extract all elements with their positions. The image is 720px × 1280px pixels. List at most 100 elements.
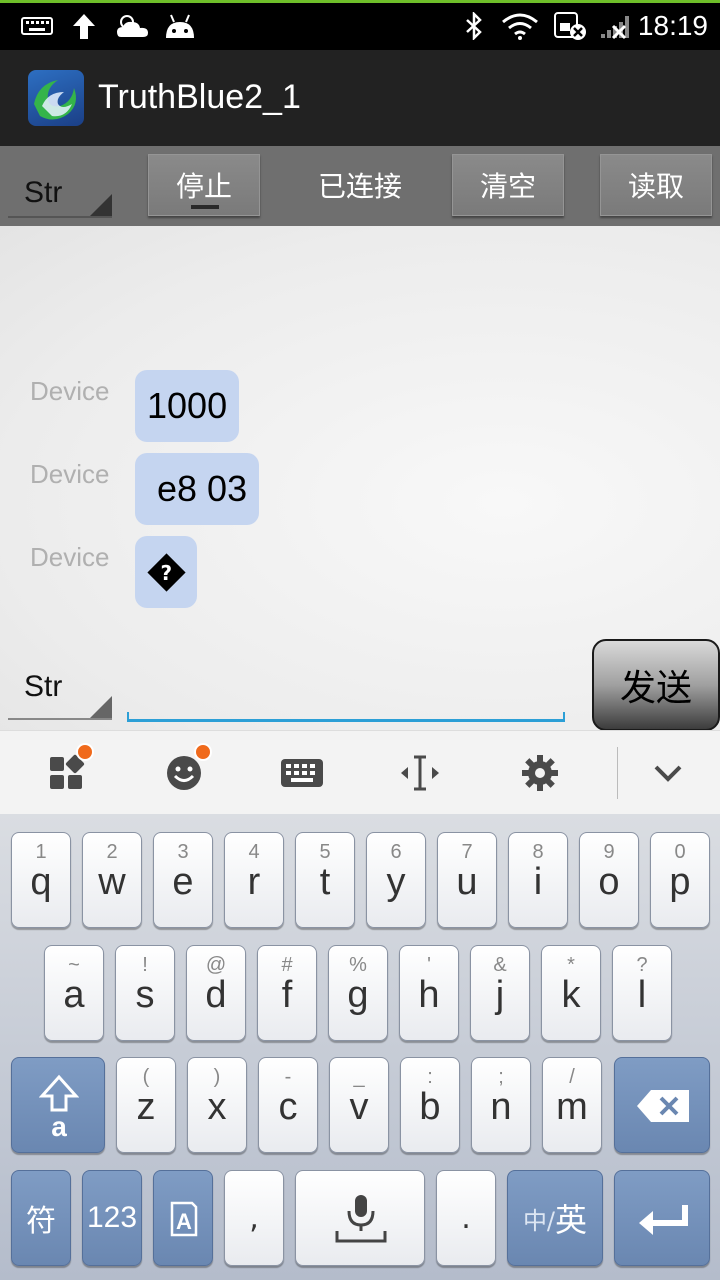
clear-button-label: 清空 [479,170,536,203]
message-input[interactable] [127,712,565,722]
key-w[interactable]: 2w [82,832,142,928]
send-button[interactable]: 发送 [592,639,720,731]
cursor-move-icon[interactable] [394,747,446,799]
settings-gear-icon[interactable] [514,747,566,799]
key-primary: z [136,1086,156,1128]
notification-dot [76,743,94,761]
key-primary: c [278,1086,298,1128]
unknown-char-icon: ? [146,552,186,592]
key-z[interactable]: (z [116,1057,176,1153]
sim-error-icon [552,12,588,40]
key-u[interactable]: 7u [437,832,497,928]
key-c[interactable]: -c [258,1057,318,1153]
android-debug-icon [162,12,198,40]
key-m[interactable]: / m [542,1057,602,1153]
key-o[interactable]: 9o [579,832,639,928]
key-primary: n [490,1086,512,1128]
message-sender: Device [30,459,110,489]
key-a[interactable]: ~ a [44,945,104,1041]
stop-button[interactable]: 停止 [148,154,260,216]
bluetooth-icon [462,12,486,40]
notification-dot [194,743,212,761]
message-sender: Device [30,542,110,572]
key-primary: s [135,974,155,1016]
action-bar: TruthBlue2_1 [0,50,720,146]
soft-keyboard: 1q 2w 3e 4r 5t 6y 7u 8i 9o 0p ~ a ! s @ d #… [0,814,720,1280]
symbols-key-label: 符 [26,1204,56,1239]
comma-key[interactable]: , [224,1170,284,1266]
chevron-down-icon[interactable] [642,747,694,799]
key-primary: x [207,1086,227,1128]
key-primary: h [418,974,440,1016]
dropdown-corner-icon [90,194,112,216]
keyboard-switch-icon[interactable] [276,747,328,799]
key-primary: q [30,861,52,903]
dropdown-corner-icon [90,696,112,718]
key-primary: l [637,974,647,1016]
key-i[interactable]: 8i [508,832,568,928]
read-button[interactable]: 读取 [600,154,712,216]
language-toggle-key[interactable]: 中/英 [507,1170,603,1266]
key-primary: p [669,861,691,903]
key-primary: o [598,861,620,903]
upload-arrow-icon [70,12,98,40]
clear-button[interactable]: 清空 [452,154,564,216]
keyboard-notification-icon [20,12,54,40]
stop-button-label: 停止 [175,170,232,203]
key-j[interactable]: & j [470,945,530,1041]
send-format-spinner-value: Str [24,670,63,703]
key-primary: u [456,861,478,903]
toolbar: Str 停止 已连接 清空 读取 [0,146,720,226]
key-primary: e [172,861,194,903]
key-h[interactable]: ' h [399,945,459,1041]
weather-cloud-icon [115,12,151,40]
symbols-key[interactable]: 符 [11,1170,71,1266]
key-s[interactable]: ! s [115,945,175,1041]
send-format-spinner[interactable]: Str [8,648,112,720]
message-area: Device 1000 Device e8 03 Device ? Str 发送… [0,226,720,759]
key-r[interactable]: 4r [224,832,284,928]
key-primary: t [319,861,331,903]
ime-menu-grid-icon[interactable] [40,743,94,799]
message-bubble: e8 03 [135,453,260,525]
key-primary: f [281,974,293,1016]
enter-key[interactable] [614,1170,710,1266]
key-l[interactable]: ? l [612,945,672,1041]
input-method-key[interactable]: A [153,1170,213,1266]
shift-letter: a [51,1111,67,1140]
format-spinner-value: Str [24,176,63,209]
key-t[interactable]: 5t [295,832,355,928]
emoji-icon[interactable] [158,743,212,799]
key-x[interactable]: ) x [187,1057,247,1153]
status-bar-accent-line [0,0,720,3]
backspace-key[interactable] [614,1057,710,1153]
key-b[interactable]: :b [400,1057,460,1153]
language-toggle-label: 中/英 [508,1171,602,1265]
key-d[interactable]: @ d [186,945,246,1041]
stop-indicator [191,205,219,209]
numbers-key[interactable]: 123 [82,1170,142,1266]
key-p[interactable]: 0p [650,832,710,928]
key-q[interactable]: 1q [11,832,71,928]
key-primary: g [347,974,369,1016]
comma-key-label: , [249,1200,259,1236]
period-key-label: . [461,1200,471,1236]
key-n[interactable]: ; n [471,1057,531,1153]
key-v[interactable]: _ v [329,1057,389,1153]
enter-icon [639,1205,688,1235]
key-primary: v [349,1086,369,1128]
key-k[interactable]: * k [541,945,601,1041]
key-primary: j [495,974,505,1016]
key-primary: m [556,1086,588,1128]
key-y[interactable]: 6y [366,832,426,928]
shift-key[interactable]: a [11,1057,105,1153]
key-g[interactable]: % g [328,945,388,1041]
format-spinner[interactable]: Str [8,154,112,218]
key-f[interactable]: # f [257,945,317,1041]
key-e[interactable]: 3e [153,832,213,928]
signal-strength-icon [598,12,636,40]
voice-key[interactable] [295,1170,425,1266]
key-primary: b [419,1086,441,1128]
period-key[interactable]: . [436,1170,496,1266]
message-bubble: 1000 [135,370,240,442]
